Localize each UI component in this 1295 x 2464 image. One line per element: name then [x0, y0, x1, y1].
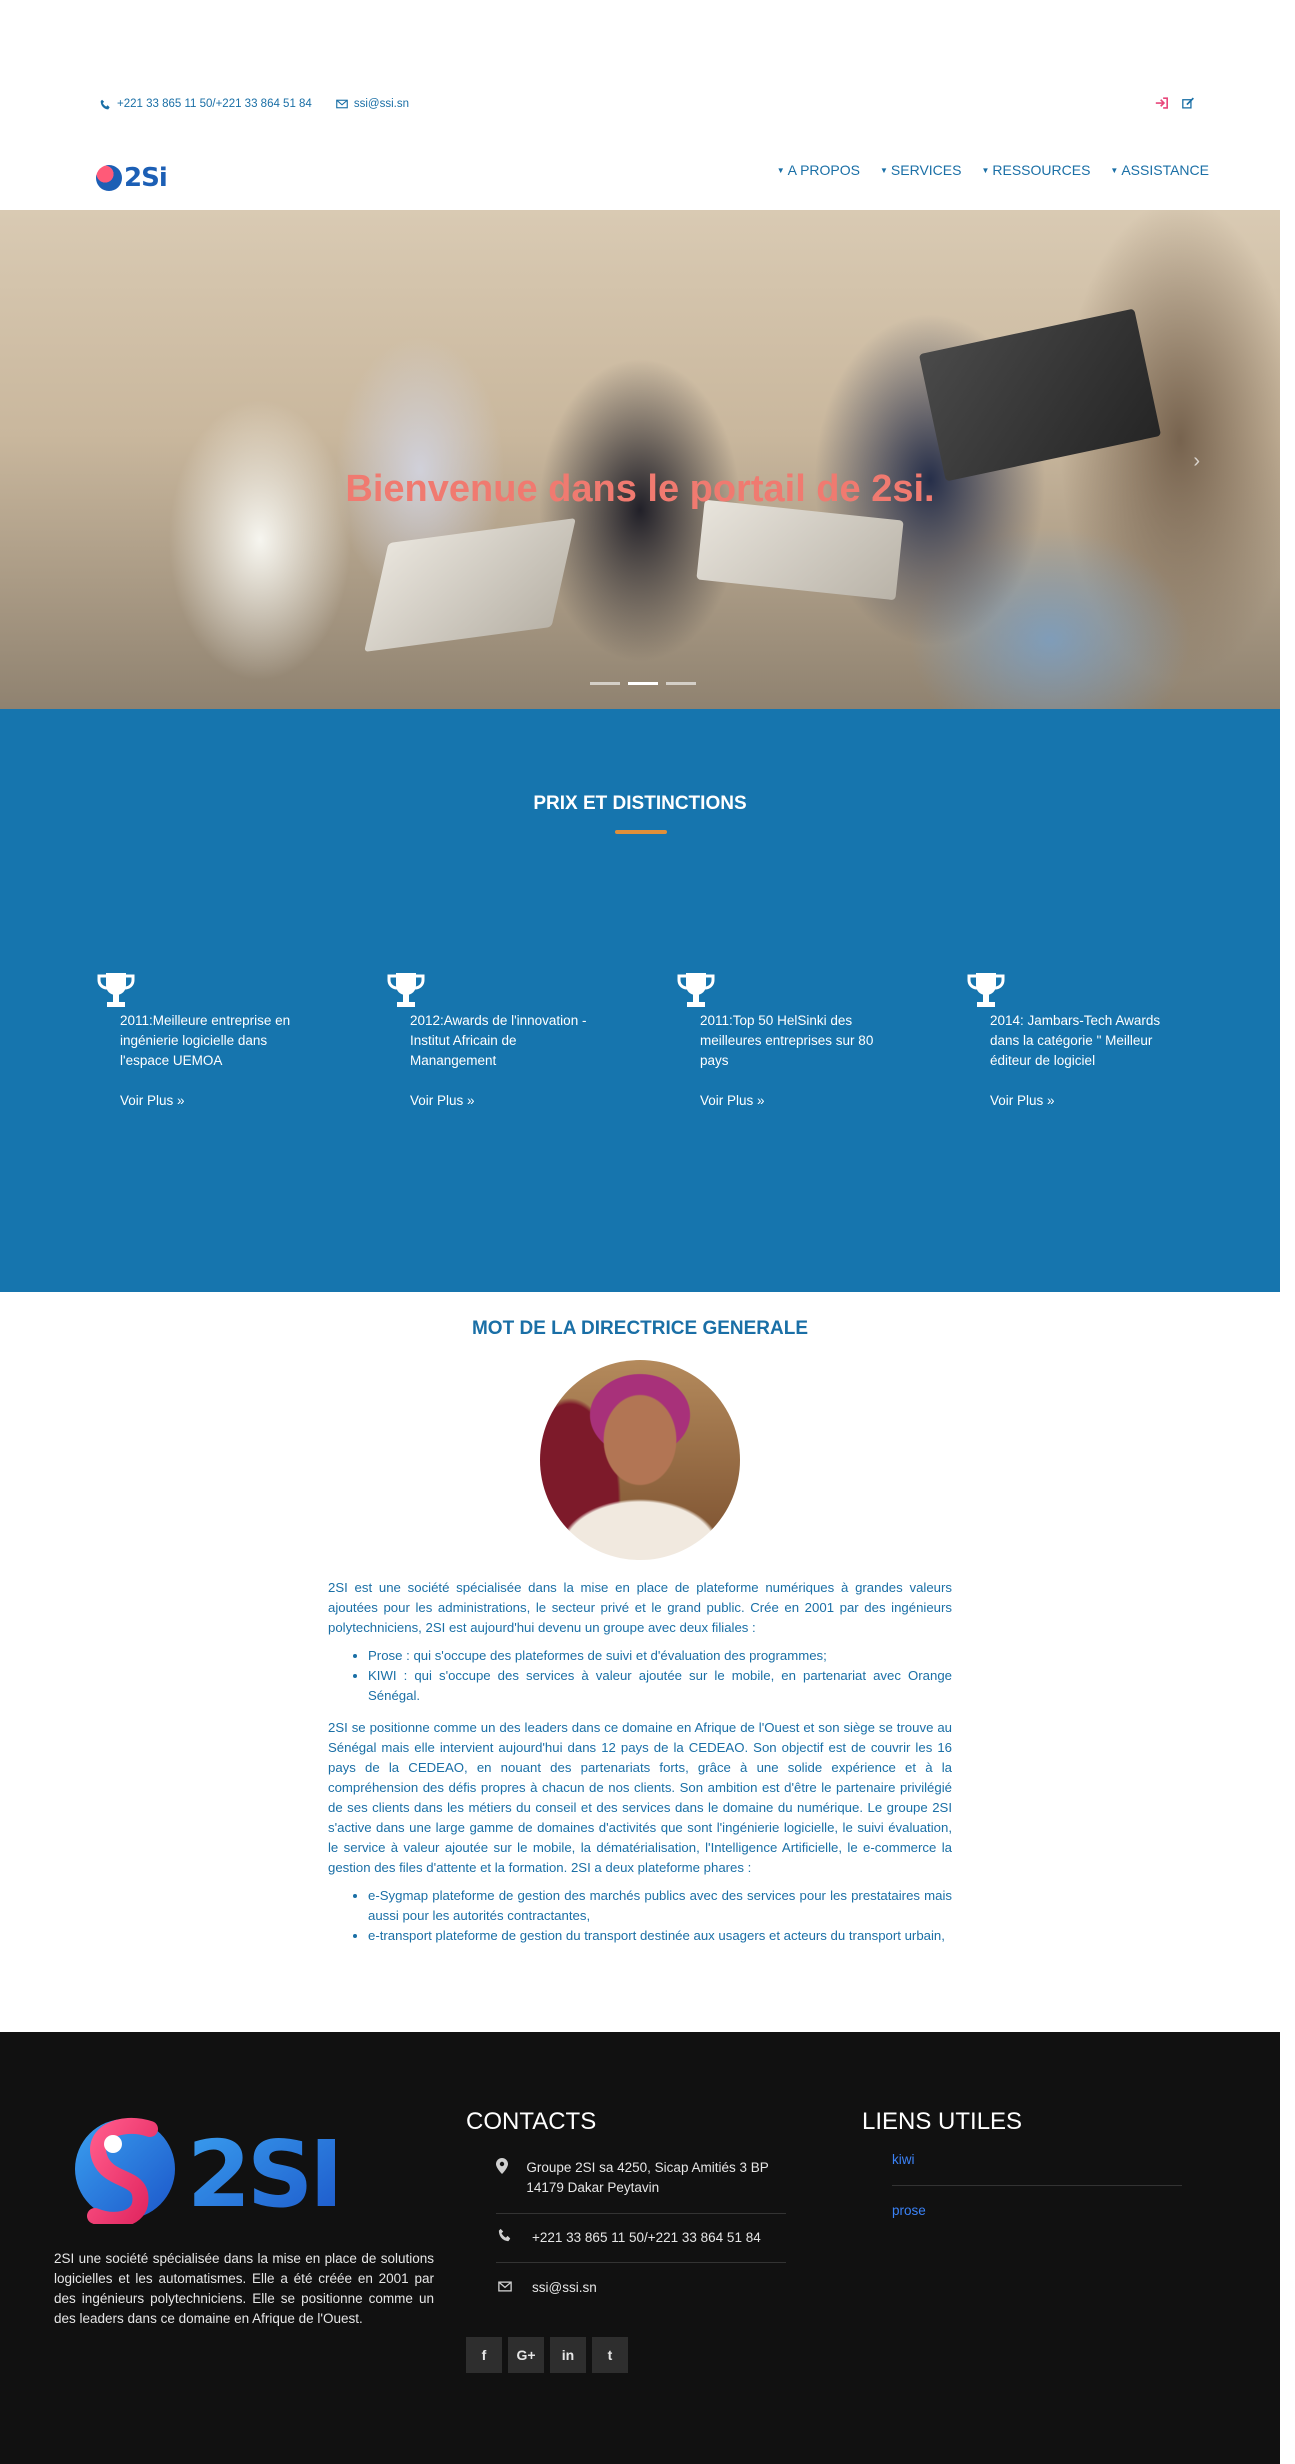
hero-carousel[interactable]: Bienvenue dans le portail de 2si. › — [0, 210, 1280, 710]
linkedin-icon[interactable]: in — [550, 2337, 586, 2373]
phone-icon — [100, 99, 110, 109]
social-links: f G+ in t — [466, 2337, 628, 2373]
director-body: 2SI se positionne comme un des leaders d… — [328, 1720, 952, 1875]
divider — [496, 2213, 786, 2214]
contact-address: Groupe 2SI sa 4250, Sicap Amitiés 3 BP 1… — [496, 2158, 786, 2198]
email-icon — [336, 99, 348, 109]
award-title: 2011:Top 50 HelSinki des meilleures entr… — [700, 1013, 874, 1068]
hero-photo-laptop — [696, 499, 904, 601]
director-portrait — [540, 1360, 740, 1560]
director-intro: 2SI est une société spécialisée dans la … — [328, 1580, 952, 1635]
carousel-indicators — [590, 682, 696, 685]
login-icon[interactable] — [1155, 97, 1168, 112]
award-more-link[interactable]: Voir Plus » — [700, 1093, 765, 1108]
email-icon — [496, 2278, 514, 2298]
award-more-link[interactable]: Voir Plus » — [990, 1093, 1055, 1108]
caret-down-icon: ▼ — [880, 165, 888, 175]
director-section: MOT DE LA DIRECTRICE GENERALE 2SI est un… — [0, 1292, 1280, 2032]
footer-description: 2SI une société spécialisée dans la mise… — [54, 2251, 434, 2326]
award-more-link[interactable]: Voir Plus » — [120, 1093, 185, 1108]
awards-title: PRIX ET DISTINCTIONS — [533, 793, 747, 814]
facebook-icon[interactable]: f — [466, 2337, 502, 2373]
footer-link-prose[interactable]: prose — [892, 2203, 926, 2218]
hero-photo-laptop — [364, 518, 576, 652]
main-navbar: 2Si ▼ A PROPOS ▼ SERVICES ▼ RESSOURCES ▼ ASS… — [0, 155, 1295, 207]
caret-down-icon: ▼ — [1110, 165, 1119, 175]
award-title: 2014: Jambars-Tech Awards dans la catégo… — [990, 1013, 1161, 1068]
list-item: e-transport plateforme de gestion du tra… — [368, 1926, 952, 1946]
twitter-icon[interactable]: t — [592, 2337, 628, 2373]
subsidiaries-list: Prose : qui s'occupe des plateformes de … — [368, 1646, 952, 1706]
trophy-icon — [387, 973, 425, 1007]
director-title: MOT DE LA DIRECTRICE GENERALE — [471, 1318, 809, 1339]
platforms-list: e-Sygmap plateforme de gestion des march… — [368, 1886, 952, 1946]
director-message: 2SI est une société spécialisée dans la … — [328, 1578, 952, 1958]
footer-logo: 2SI — [75, 2117, 344, 2224]
site-logo[interactable]: 2Si — [96, 163, 168, 193]
list-item: Prose : qui s'occupe des plateformes de … — [368, 1646, 952, 1666]
edit-icon[interactable] — [1182, 97, 1195, 112]
contact-phone: +221 33 865 11 50/+221 33 864 51 84 — [496, 2228, 786, 2248]
footer-logo-text: 2SI — [187, 2121, 340, 2224]
top-phone: +221 33 865 11 50/+221 33 864 51 84 — [117, 98, 312, 110]
site-footer: 2SI 2SI une société spécialisée dans la … — [0, 2032, 1280, 2464]
title-underline — [615, 830, 667, 834]
carousel-indicator[interactable] — [590, 682, 620, 685]
google-plus-icon[interactable]: G+ — [508, 2337, 544, 2373]
divider — [892, 2185, 1182, 2186]
contact-email: ssi@ssi.sn — [496, 2278, 786, 2298]
award-title: 2012:Awards de l'innovation - Institut A… — [410, 1013, 587, 1068]
logo-mark-icon — [96, 165, 122, 191]
contacts-title: CONTACTS — [466, 2108, 597, 2135]
caret-down-icon: ▼ — [981, 165, 990, 175]
trophy-icon — [967, 973, 1005, 1007]
footer-link-kiwi[interactable]: kiwi — [892, 2152, 915, 2167]
nav-item-ressources[interactable]: ▼ RESSOURCES — [981, 162, 1090, 178]
map-marker-icon — [496, 2158, 509, 2198]
carousel-next-icon[interactable]: › — [1193, 450, 1200, 473]
awards-section: PRIX ET DISTINCTIONS 2011:Meilleure entr… — [0, 709, 1280, 1292]
carousel-indicator[interactable] — [628, 682, 658, 685]
hero-photo-laptop — [918, 308, 1162, 482]
useful-links-title: LIENS UTILES — [862, 2108, 1023, 2135]
trophy-icon — [97, 973, 135, 1007]
nav-item-a-propos[interactable]: ▼ A PROPOS — [777, 162, 860, 178]
list-item: KIWI : qui s'occupe des services à valeu… — [368, 1666, 952, 1706]
phone-icon — [496, 2228, 514, 2248]
carousel-indicator[interactable] — [666, 682, 696, 685]
hero-title: Bienvenue dans le portail de 2si. — [345, 468, 935, 510]
nav-item-services[interactable]: ▼ SERVICES — [880, 162, 961, 178]
top-contact: +221 33 865 11 50/+221 33 864 51 84 ssi@… — [100, 98, 409, 110]
top-email[interactable]: ssi@ssi.sn — [354, 98, 409, 110]
list-item: e-Sygmap plateforme de gestion des march… — [368, 1886, 952, 1926]
caret-down-icon: ▼ — [776, 165, 785, 175]
award-more-link[interactable]: Voir Plus » — [410, 1093, 475, 1108]
nav-item-assistance[interactable]: ▼ ASSISTANCE — [1110, 162, 1209, 178]
divider — [496, 2262, 786, 2263]
logo-text: 2Si — [124, 163, 168, 193]
main-menu: ▼ A PROPOS ▼ SERVICES ▼ RESSOURCES ▼ ASSISTA… — [777, 162, 1209, 178]
award-title: 2011:Meilleure entreprise en ingénierie … — [120, 1013, 291, 1068]
top-bar: +221 33 865 11 50/+221 33 864 51 84 ssi@… — [0, 95, 1295, 117]
trophy-icon — [677, 973, 715, 1007]
